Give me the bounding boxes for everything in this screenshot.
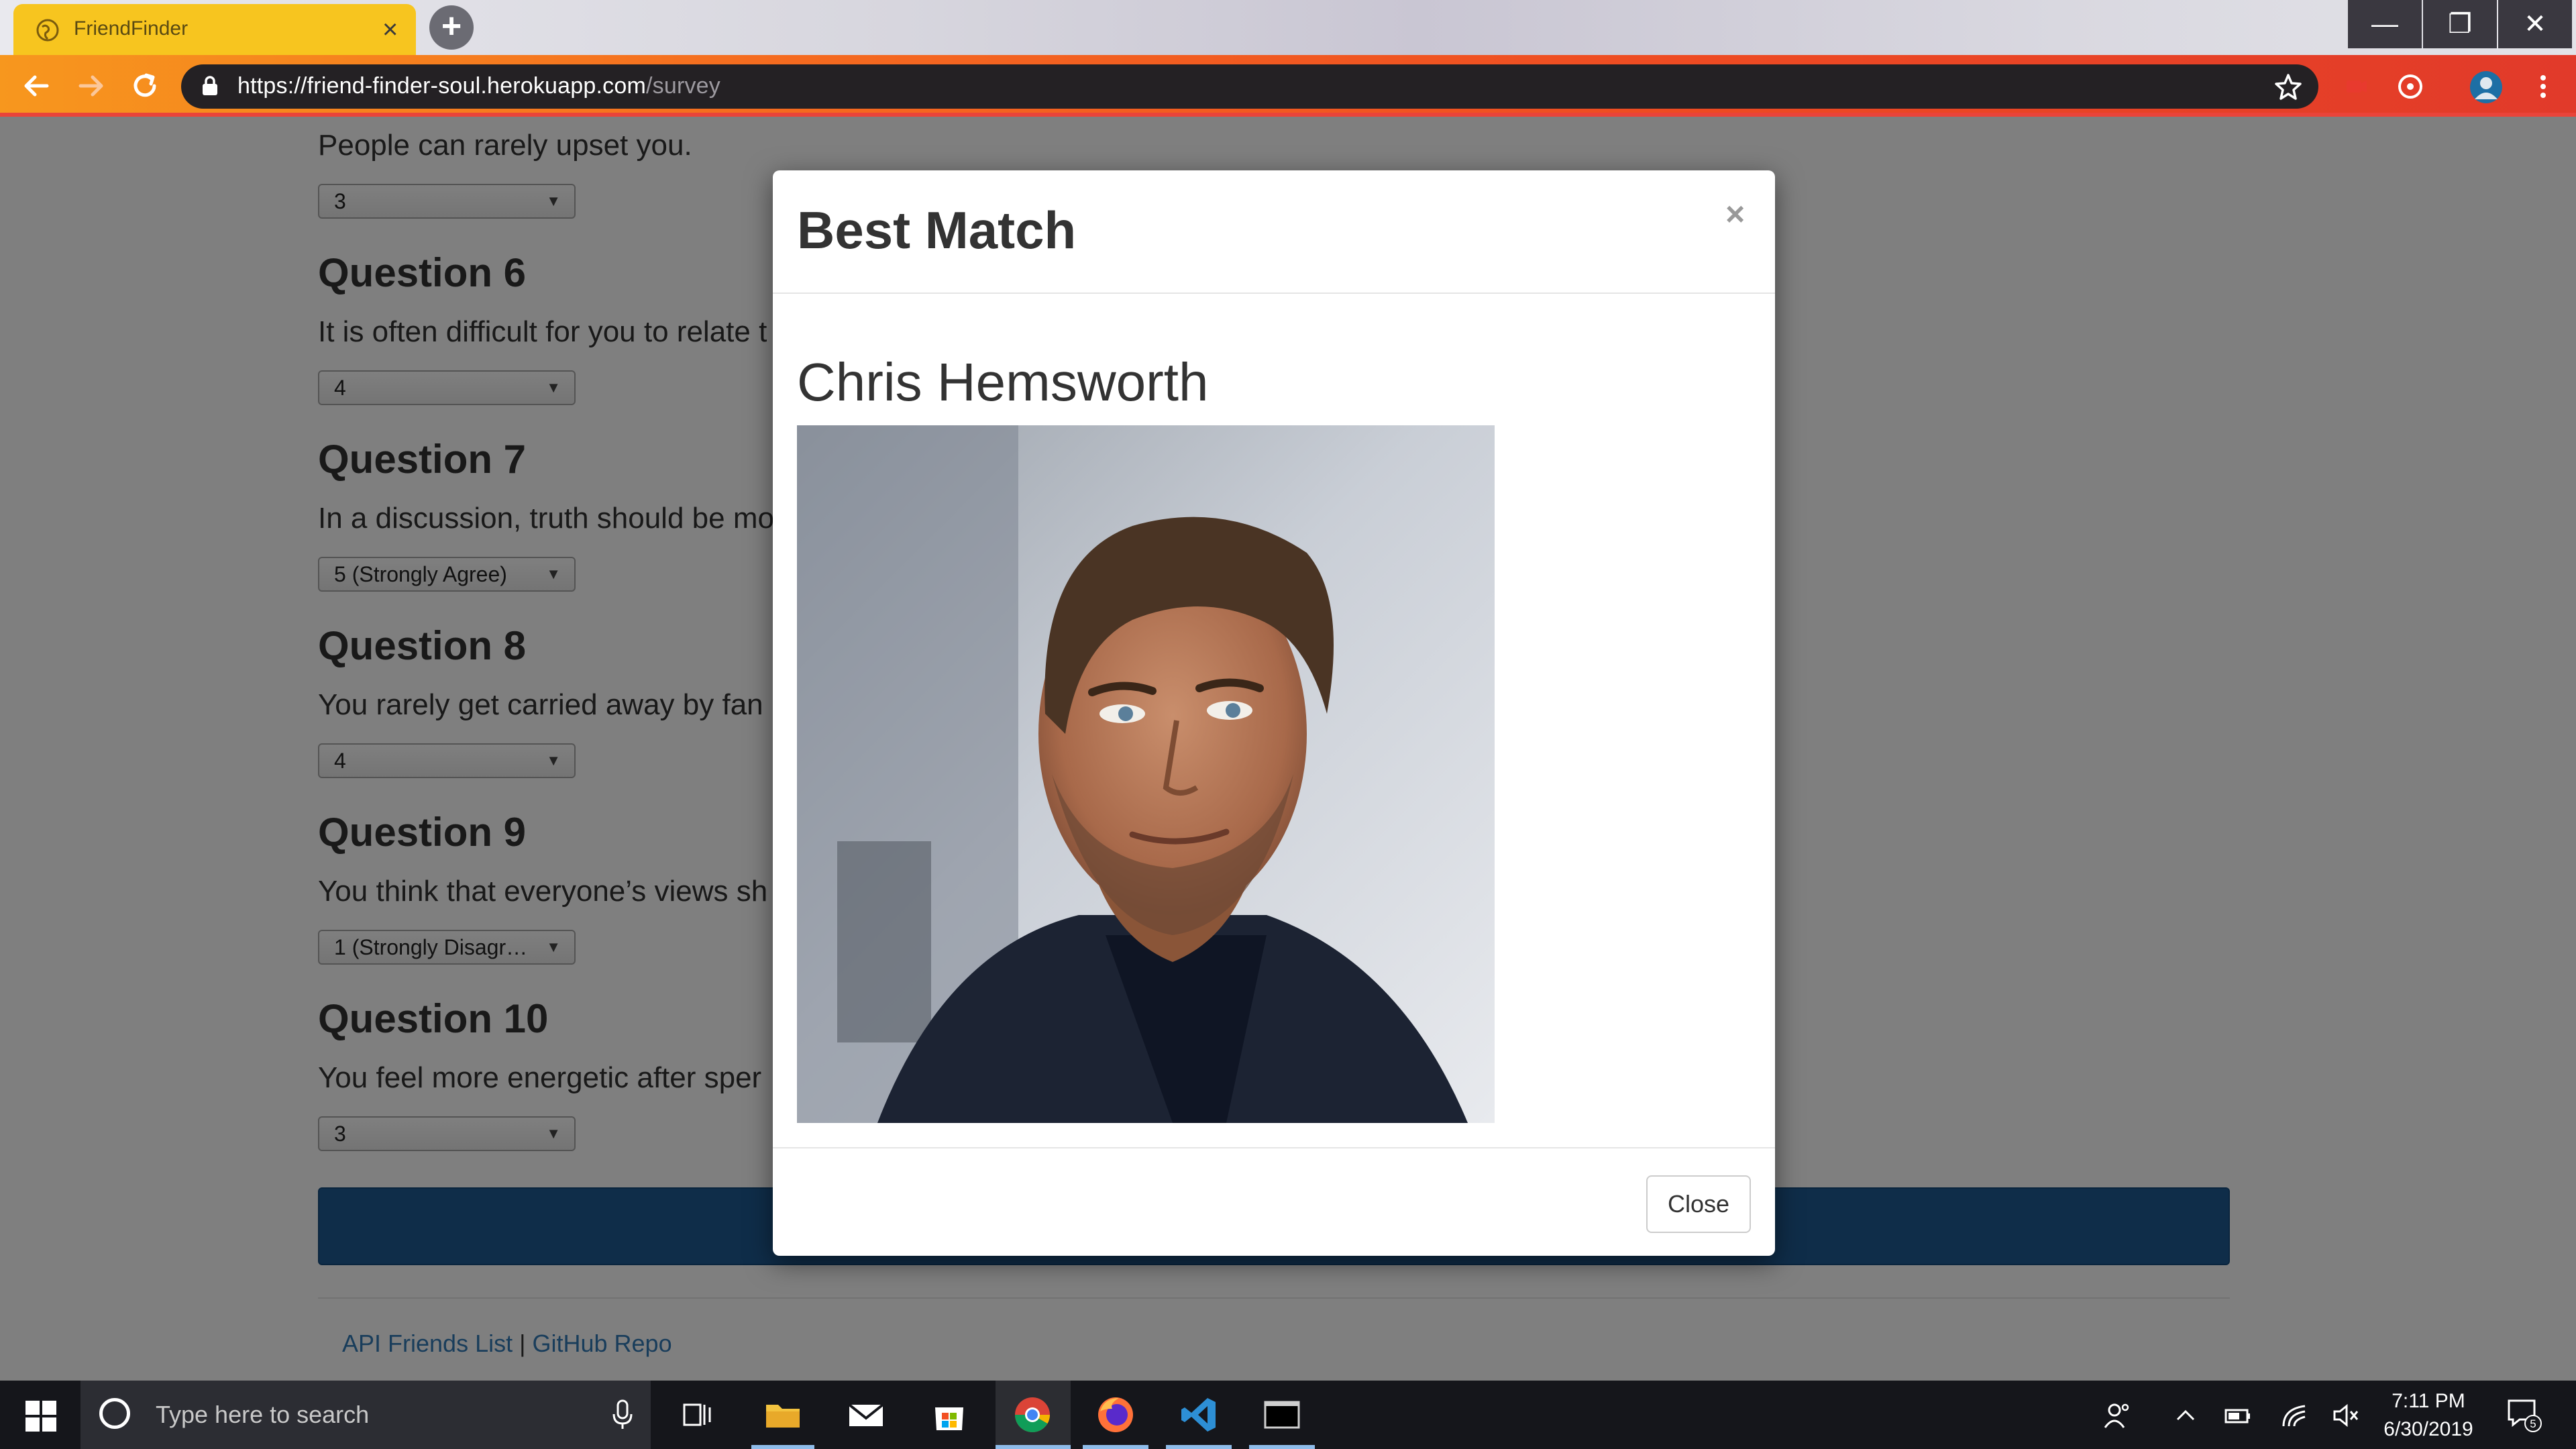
extension-circle-icon[interactable]	[2396, 72, 2424, 101]
chrome-icon[interactable]	[1012, 1394, 1053, 1436]
cortana-icon	[99, 1398, 130, 1429]
profile-avatar-icon[interactable]	[2469, 70, 2504, 105]
notification-count: 5	[2530, 1417, 2536, 1430]
file-explorer-icon[interactable]	[762, 1394, 804, 1436]
volume-muted-icon[interactable]	[2330, 1401, 2360, 1430]
firefox-active-indicator	[1083, 1445, 1148, 1449]
clock-date: 6/30/2019	[2383, 1418, 2473, 1440]
restore-button[interactable]: ❐	[2423, 0, 2497, 48]
taskbar-search-box[interactable]: Type here to search	[80, 1381, 651, 1449]
url-text: https://friend-finder-soul.herokuapp.com…	[237, 73, 720, 99]
terminal-icon[interactable]	[1261, 1394, 1303, 1436]
search-placeholder: Type here to search	[156, 1401, 370, 1428]
browser-tab[interactable]: FriendFinder ×	[13, 4, 416, 55]
vscode-icon[interactable]	[1178, 1394, 1220, 1436]
minimize-button[interactable]: —	[2348, 0, 2422, 48]
windows-start-icon[interactable]	[25, 1401, 56, 1432]
microphone-icon[interactable]	[610, 1399, 635, 1430]
globe-icon	[36, 19, 59, 42]
firefox-icon[interactable]	[1095, 1394, 1136, 1436]
close-button[interactable]: Close	[1646, 1175, 1751, 1233]
modal-header-divider	[773, 292, 1775, 294]
chevron-up-icon[interactable]	[2171, 1401, 2200, 1430]
modal-footer-divider	[773, 1147, 1775, 1148]
new-tab-button[interactable]: +	[429, 5, 474, 50]
back-icon[interactable]	[20, 70, 52, 102]
people-icon[interactable]	[2102, 1401, 2132, 1430]
chrome-active-indicator	[996, 1445, 1071, 1449]
tab-close-icon[interactable]: ×	[382, 13, 398, 46]
reload-icon[interactable]	[129, 70, 161, 102]
bookmark-star-icon[interactable]	[2274, 72, 2302, 101]
store-icon[interactable]	[928, 1394, 970, 1436]
explorer-active-indicator	[751, 1445, 814, 1449]
clock-time: 7:11 PM	[2392, 1390, 2465, 1412]
action-center-icon[interactable]: 5	[2506, 1397, 2542, 1433]
modal-close-icon[interactable]: ×	[1725, 195, 1745, 233]
close-window-button[interactable]: ✕	[2498, 0, 2572, 48]
modal-title: Best Match	[797, 201, 1077, 260]
windows-taskbar: Type here to search 7:11 PM 6/30/2019 5	[0, 1381, 2576, 1449]
extension-red-icon[interactable]	[2341, 72, 2369, 101]
mail-icon[interactable]	[845, 1394, 887, 1436]
vscode-active-indicator	[1166, 1445, 1232, 1449]
match-name: Chris Hemsworth	[797, 352, 1209, 412]
forward-icon[interactable]	[75, 70, 107, 102]
menu-kebab-icon[interactable]	[2529, 72, 2557, 101]
lock-icon	[203, 76, 217, 95]
wifi-icon[interactable]	[2279, 1401, 2309, 1430]
battery-icon[interactable]	[2223, 1401, 2253, 1430]
best-match-modal: Best Match × Chris Hemsworth Close	[773, 170, 1775, 1256]
tab-title: FriendFinder	[74, 17, 189, 40]
terminal-active-indicator	[1249, 1445, 1315, 1449]
taskbar-clock[interactable]: 7:11 PM 6/30/2019	[2375, 1387, 2482, 1444]
match-photo	[797, 425, 1495, 1123]
task-view-icon[interactable]	[676, 1394, 718, 1436]
